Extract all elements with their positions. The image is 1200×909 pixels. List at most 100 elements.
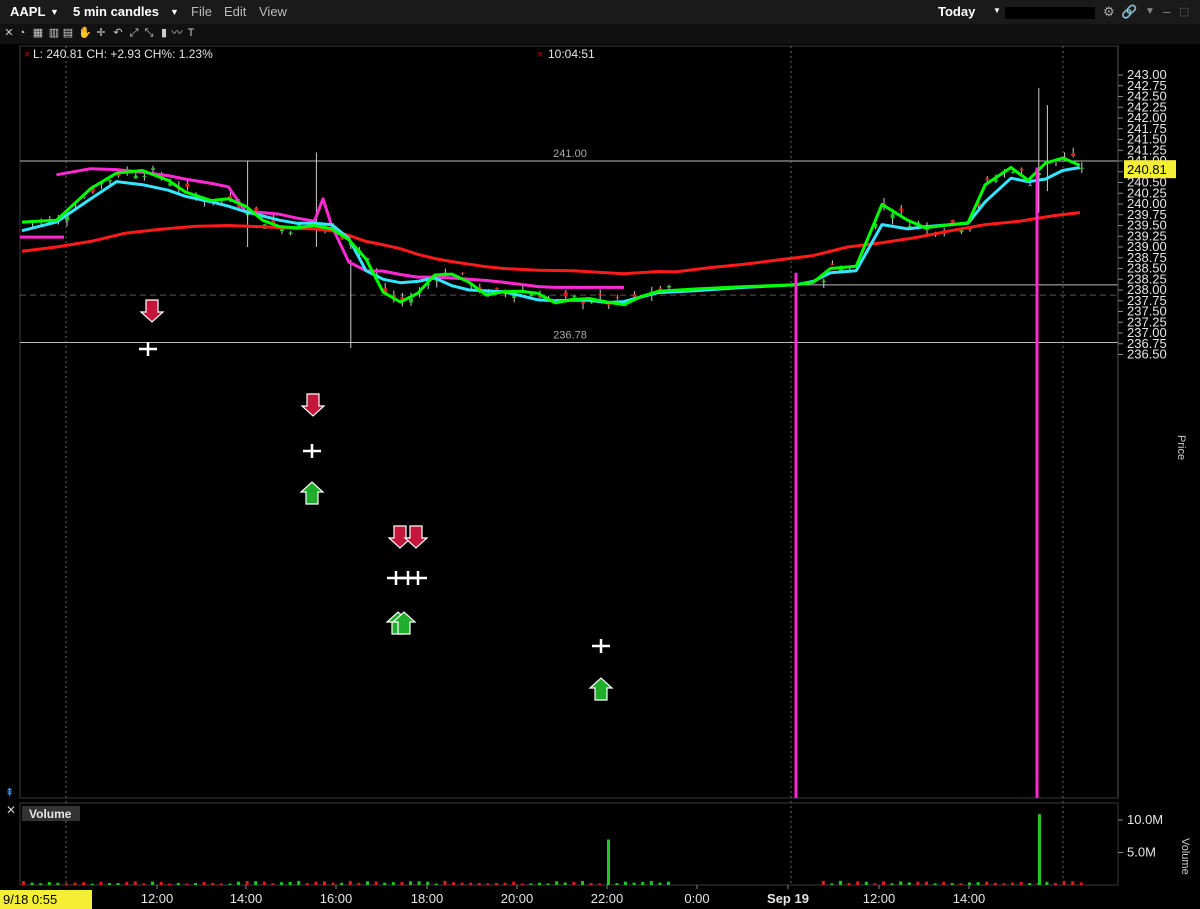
time-tick-label: 14:00 bbox=[230, 891, 263, 906]
volume-bar bbox=[589, 882, 593, 885]
volume-bar bbox=[271, 883, 275, 885]
volume-bar bbox=[632, 882, 636, 885]
volume-bar bbox=[211, 882, 215, 885]
volume-bar bbox=[1038, 814, 1041, 885]
sell-arrow-icon-shape bbox=[139, 299, 165, 323]
volume-close-icon[interactable]: ✕ bbox=[6, 803, 16, 817]
time-axis: 12:00 14:00 16:00 18:00 20:00 22:00 0:00 Sep 19… bbox=[0, 885, 985, 909]
volume-bar bbox=[254, 881, 258, 885]
time-tick-label: 14:00 bbox=[953, 891, 986, 906]
volume-bar bbox=[297, 880, 301, 885]
volume-bar bbox=[159, 881, 163, 885]
price-levels: 241.00 236.78 bbox=[20, 148, 1118, 343]
volume-bar bbox=[56, 882, 60, 885]
candle-body bbox=[572, 295, 577, 297]
candle-body bbox=[1028, 185, 1033, 187]
volume-bar bbox=[503, 882, 507, 885]
volume-bar bbox=[82, 882, 86, 885]
pin-icon[interactable]: ⇞ bbox=[5, 787, 14, 799]
sell-arrow-icon bbox=[300, 393, 326, 417]
candle-body bbox=[985, 178, 990, 180]
candle-body bbox=[598, 294, 603, 296]
sell-arrow-icon bbox=[403, 525, 429, 549]
candle-body bbox=[890, 213, 895, 219]
volume-bar bbox=[176, 882, 180, 885]
volume-bar bbox=[168, 883, 172, 885]
volume-bar bbox=[959, 883, 963, 885]
time-readout: 10:04:51 bbox=[548, 47, 595, 61]
volume-bar bbox=[47, 882, 51, 885]
volume-bar bbox=[30, 882, 34, 885]
volume-bar bbox=[563, 882, 567, 885]
volume-bar bbox=[477, 882, 481, 885]
candle-body bbox=[667, 286, 671, 288]
candle-body bbox=[495, 288, 499, 290]
volume-bar bbox=[847, 882, 851, 885]
volume-bar bbox=[1071, 881, 1075, 885]
time-tick-label: 22:00 bbox=[591, 891, 624, 906]
last-price-label: 240.81 bbox=[1127, 162, 1167, 177]
volume-bar bbox=[348, 880, 352, 885]
volume-bar bbox=[985, 881, 989, 885]
volume-bar bbox=[607, 839, 610, 885]
volume-bar bbox=[572, 881, 576, 885]
volume-bar bbox=[976, 882, 980, 885]
buy-arrow-icon bbox=[299, 481, 325, 505]
volume-bar bbox=[194, 883, 197, 885]
volume-bar bbox=[409, 881, 412, 885]
volume-bar bbox=[598, 883, 602, 885]
time-tick-label: 20:00 bbox=[501, 891, 534, 906]
volume-bar bbox=[460, 882, 464, 885]
volume-bar bbox=[512, 881, 516, 885]
volume-bar bbox=[968, 882, 971, 885]
volume-bar bbox=[469, 882, 473, 885]
trade-markers bbox=[139, 299, 614, 701]
volume-bar bbox=[916, 881, 920, 885]
volume-bar bbox=[434, 883, 438, 885]
volume-bar bbox=[890, 883, 894, 885]
volume-bar bbox=[1079, 882, 1083, 885]
volume-bars: 10.0M 5.0M bbox=[22, 812, 1163, 885]
candle-body bbox=[563, 292, 568, 297]
candle-body bbox=[899, 208, 904, 211]
volume-bar bbox=[383, 882, 387, 885]
series-line-3 bbox=[21, 211, 1080, 276]
volume-bar bbox=[237, 881, 240, 885]
candle-body bbox=[606, 303, 611, 305]
time-tick-label: 18:00 bbox=[411, 891, 444, 906]
volume-axis-label: Volume bbox=[1179, 838, 1191, 875]
volume-bar bbox=[839, 880, 842, 885]
candle-body bbox=[1019, 168, 1024, 171]
volume-bar bbox=[366, 881, 369, 885]
high-level-label: 241.00 bbox=[553, 148, 587, 160]
volume-bar bbox=[950, 883, 954, 885]
buy-arrow-icon-shape bbox=[588, 677, 614, 701]
price-chart[interactable]: 241.00 236.78 243.00242.75242.50242.25242… bbox=[0, 0, 1200, 909]
candle-body bbox=[821, 280, 826, 283]
volume-bar bbox=[22, 881, 25, 885]
time-tick-label: 12:00 bbox=[141, 891, 174, 906]
volume-bar bbox=[133, 881, 137, 885]
volume-bar bbox=[942, 881, 946, 885]
start-time-label: 9/18 0:55 bbox=[3, 892, 57, 907]
sell-arrow-icon bbox=[387, 525, 413, 549]
volume-bar bbox=[925, 881, 928, 885]
volume-bar bbox=[245, 880, 249, 885]
price-tick-label: 236.50 bbox=[1127, 347, 1167, 362]
volume-bar bbox=[1054, 883, 1057, 885]
candle-body bbox=[133, 175, 138, 179]
volume-bar bbox=[108, 882, 111, 885]
volume-bar bbox=[400, 882, 404, 885]
buy-arrow-icon-shape bbox=[299, 481, 325, 505]
volume-bar bbox=[1045, 881, 1049, 885]
buy-arrow-icon bbox=[588, 677, 614, 701]
volume-bar bbox=[1011, 882, 1014, 885]
time-marker-icon: × bbox=[537, 49, 543, 61]
price-axis: 243.00242.75242.50242.25242.00241.75241.… bbox=[1117, 46, 1176, 798]
volume-bar bbox=[546, 883, 550, 885]
volume-bar bbox=[90, 883, 94, 885]
volume-bar bbox=[374, 881, 378, 885]
volume-bar bbox=[426, 881, 430, 885]
volume-bar bbox=[667, 881, 670, 885]
volume-bar bbox=[340, 882, 344, 885]
